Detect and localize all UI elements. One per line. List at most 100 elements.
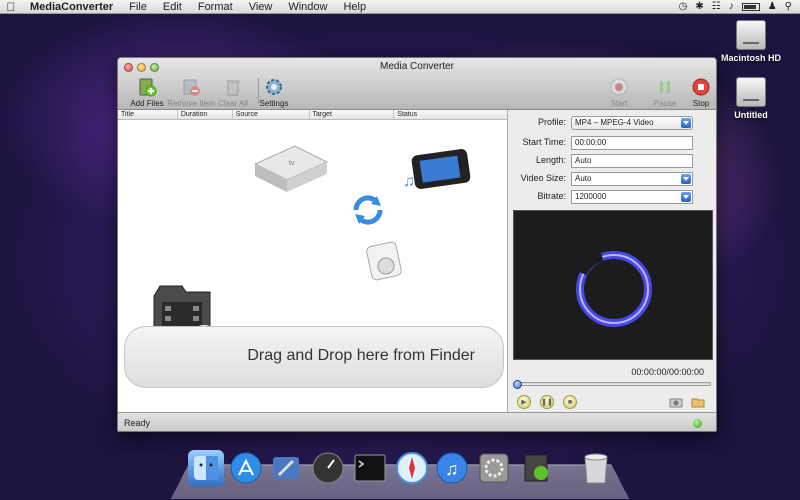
stop-button[interactable]: Stop [674,76,716,108]
loading-spinner-icon [576,251,652,327]
hard-drive-icon [736,20,766,50]
desktop-icon-label: Untitled [734,110,768,120]
open-output-folder-button[interactable] [691,396,705,408]
start-time-label: Start Time: [522,137,566,147]
safari-icon[interactable] [394,450,430,486]
menu-edit[interactable]: Edit [155,0,190,14]
bitrate-label: Bitrate: [537,191,566,201]
menu-view[interactable]: View [241,0,281,14]
profile-row: Profile: MP4 – MPEG-4 Video [509,116,716,130]
chevron-down-icon[interactable] [681,174,691,184]
remove-item-icon [180,76,202,98]
profile-value: MP4 – MPEG-4 Video [575,118,654,127]
hard-drive-icon [736,77,766,107]
desktop-icon-label: Macintosh HD [720,53,781,63]
media-converter-window: Media Converter Add Files Remove Item Cl… [117,57,717,432]
start-time-row: Start Time: 00:00:00 [509,136,716,150]
xcode-icon[interactable] [268,450,304,486]
convert-sync-icon [348,190,388,233]
menubar-status-area: ◷ ✱ ☷ ♪ ♟ ⚲ [679,1,800,12]
menu-file[interactable]: File [121,0,155,14]
system-preferences-icon[interactable] [476,450,512,486]
play-button[interactable]: ▶ [517,395,531,409]
profile-select[interactable]: MP4 – MPEG-4 Video [571,116,693,130]
length-input[interactable]: Auto [571,154,693,168]
bitrate-value: 1200000 [575,192,607,201]
column-header-source[interactable]: Source [233,110,310,119]
timecode-display: 00:00:00/00:00:00 [631,367,704,377]
column-header-status[interactable]: Status [394,110,507,119]
bitrate-combo[interactable]: 1200000 [571,190,693,204]
start-time-input[interactable]: 00:00:00 [571,136,693,150]
wifi-icon[interactable]: ☷ [712,1,721,12]
iphone-video-icon: ♫ [401,146,481,199]
settings-label: Settings [259,99,289,108]
stop-playback-button[interactable]: ■ [563,395,577,409]
snapshot-button[interactable] [669,396,683,408]
chevron-down-icon [681,118,691,128]
gear-icon [263,76,285,98]
desktop-icon-untitled[interactable]: Untitled [706,77,796,120]
bitrate-row: Bitrate: 1200000 [509,190,716,204]
ipod-icon [361,238,411,285]
svg-text:♫: ♫ [403,173,415,190]
desktop-icon-macintosh-hd[interactable]: Macintosh HD [706,20,796,63]
menu-help[interactable]: Help [335,0,374,14]
menu-app-name[interactable]: MediaConverter [22,0,121,14]
video-size-row: Video Size: Auto [509,172,716,186]
stop-icon: ■ [567,398,573,406]
settings-button[interactable]: Settings [247,76,301,108]
menu-window[interactable]: Window [280,0,335,14]
file-list-pane[interactable]: Title Duration Source Target Status tv ♫… [118,110,508,412]
title-toolbar: Media Converter Add Files Remove Item Cl… [118,58,716,110]
volume-icon[interactable]: ♪ [729,1,734,12]
video-size-combo[interactable]: Auto [571,172,693,186]
pause-icon [654,76,676,98]
column-header-duration[interactable]: Duration [178,110,233,119]
itunes-icon[interactable]: ♫ [434,450,470,486]
profile-label: Profile: [537,117,566,127]
svg-text:tv: tv [289,160,295,167]
finder-icon[interactable] [188,450,224,486]
bluetooth-icon[interactable]: ✱ [695,1,703,12]
status-indicator-icon [693,419,702,428]
user-menu-icon[interactable]: ♟ [768,1,777,12]
dashboard-icon[interactable] [310,450,346,486]
chevron-down-icon[interactable] [681,192,691,202]
menu-bar:  MediaConverter File Edit Format View W… [0,0,800,14]
app-store-icon[interactable] [228,450,264,486]
folder-icon [691,398,705,408]
column-header-title[interactable]: Title [118,110,178,119]
length-row: Length: Auto [509,154,716,168]
trash-dock-icon[interactable] [578,450,614,486]
battery-icon[interactable] [741,2,760,11]
camera-icon [669,398,683,408]
video-size-value: Auto [575,174,592,183]
settings-panel: Profile: MP4 – MPEG-4 Video Start Time: … [509,110,716,412]
add-files-icon [136,76,158,98]
media-converter-dock-icon[interactable] [518,450,554,486]
drop-zone[interactable]: Drag and Drop here from Finder [124,326,504,388]
length-label: Length: [535,155,566,165]
column-header-target[interactable]: Target [310,110,395,119]
pause-icon: ❚❚ [541,399,553,406]
video-preview [513,210,713,360]
spotlight-search-icon[interactable]: ⚲ [785,1,792,12]
svg-text:♫: ♫ [445,459,459,479]
stop-label: Stop [692,99,710,108]
stop-icon [690,76,712,98]
apple-menu-icon[interactable]:  [0,0,22,14]
seek-slider[interactable] [513,380,711,389]
status-text: Ready [124,418,151,428]
trash-icon [222,76,244,98]
apple-tv-icon: tv [251,140,331,199]
record-start-icon [608,76,630,98]
terminal-icon[interactable] [352,450,388,486]
time-machine-icon[interactable]: ◷ [679,1,688,12]
status-bar: Ready [118,412,716,431]
pause-playback-button[interactable]: ❚❚ [540,395,554,409]
seek-slider-knob[interactable] [513,380,522,389]
menu-format[interactable]: Format [190,0,241,14]
window-title: Media Converter [380,61,454,72]
drop-zone-label: Drag and Drop here from Finder [247,347,475,364]
